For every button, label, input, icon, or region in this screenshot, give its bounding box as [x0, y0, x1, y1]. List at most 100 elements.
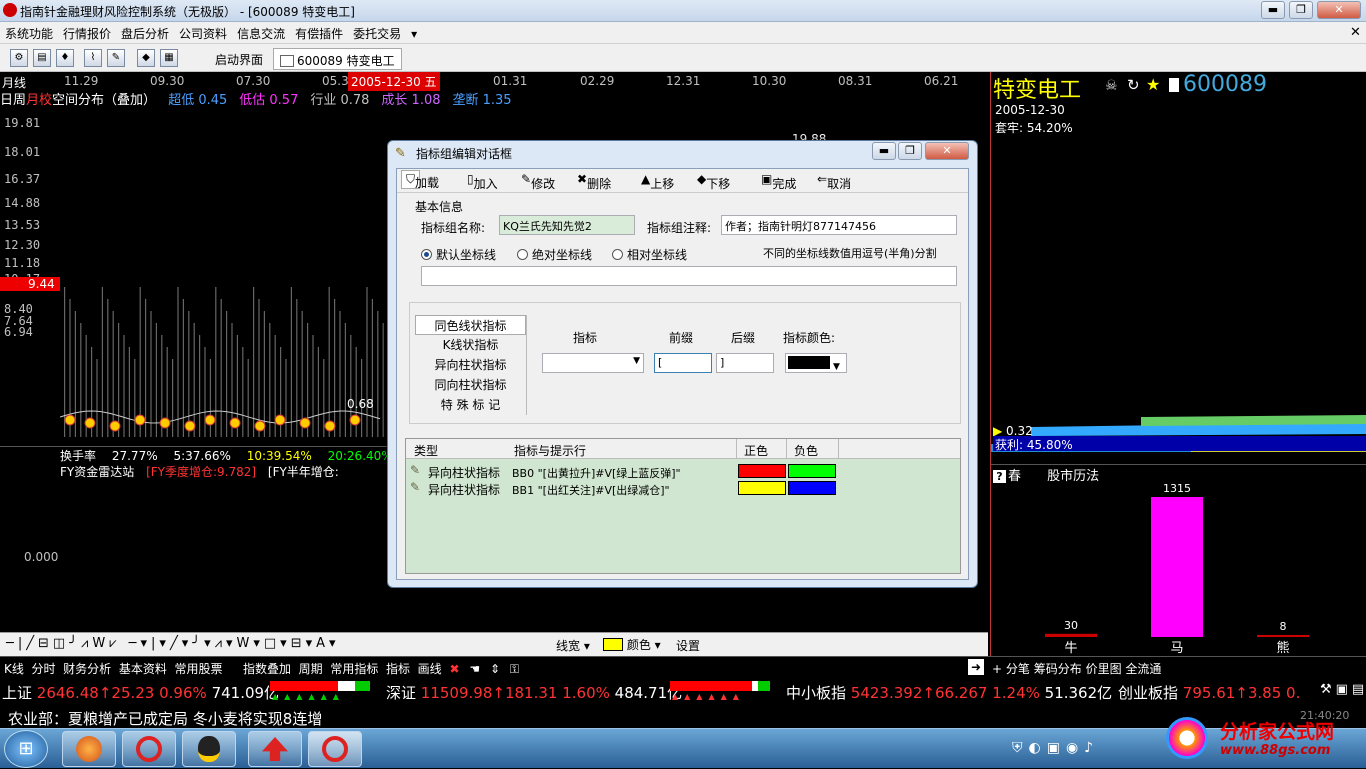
menu-company[interactable]: 公司资料 [174, 22, 232, 45]
dialog-close-button[interactable]: ✕ [925, 142, 969, 160]
type-item[interactable]: 特 殊 标 记 [415, 395, 526, 415]
tray-icons[interactable]: ⛨◐▣◉♪ [1012, 740, 1099, 756]
tool-icon[interactable]: ✎ [107, 49, 125, 67]
star-icon[interactable]: ★ [1146, 75, 1160, 94]
tab-day-week[interactable]: 日周 [0, 93, 26, 108]
indicator-group-dialog[interactable]: ✎ 指标组编辑对话框 ▬ ❐ ✕ ⛉ 加载 ▯ 加入 ✎ 修改 ✖ 删除 ▲ 上… [387, 140, 978, 588]
func-favorites[interactable]: 常用股票 [174, 662, 222, 676]
function-bar: K线 分时 财务分析 基本资料 常用股票 指数叠加 周期 常用指标 指标 画线 … [0, 656, 1366, 678]
menu-info[interactable]: 信息交流 [232, 22, 290, 45]
menu-plugins[interactable]: 有偿插件 [290, 22, 348, 45]
refresh-icon[interactable]: ↻ [1127, 76, 1140, 94]
prefix-field[interactable]: [ [654, 353, 712, 373]
updown-icon[interactable]: ⇕ [490, 662, 500, 676]
func-price-chart[interactable]: 价里图 [1086, 662, 1122, 676]
func-ticks[interactable]: 分笔 [1006, 662, 1030, 676]
delete-button[interactable]: ✖ 删除 [577, 172, 611, 191]
stock-app-taskbar-icon[interactable] [122, 731, 176, 767]
row-pos-color[interactable] [738, 481, 786, 495]
func-profile[interactable]: 基本资料 [119, 662, 167, 676]
indicator-select[interactable]: ▼ [542, 353, 644, 373]
radio-default[interactable]: 默认坐标线 [421, 246, 496, 263]
draw-settings-button[interactable]: 设置 [676, 637, 700, 654]
signal-marker [299, 417, 311, 429]
type-item[interactable]: 异向柱状指标 [415, 355, 526, 375]
func-common-ind[interactable]: 常用指标 [330, 662, 378, 676]
func-period[interactable]: 周期 [299, 662, 323, 676]
table-row[interactable]: ✎ 异向柱状指标 BB1 "[出红关注]#V[出绿减仓]" [406, 480, 960, 497]
func-drawline[interactable]: 画线 [418, 662, 442, 676]
dialog-minimize-button[interactable]: ▬ [872, 142, 896, 160]
calc-icon[interactable]: ▦ [160, 49, 178, 67]
radio-absolute[interactable]: 绝对坐标线 [517, 246, 592, 263]
key-icon[interactable]: ♦ [56, 49, 74, 67]
type-item[interactable]: 同向柱状指标 [415, 375, 526, 395]
edit-button[interactable]: ✎ 修改 [521, 172, 555, 191]
func-overlay[interactable]: 指数叠加 [243, 662, 291, 676]
close-button[interactable]: ✕ [1317, 1, 1361, 19]
lock-icon[interactable]: ⚿ [510, 662, 519, 676]
close-doc-button[interactable]: ✕ [1350, 25, 1361, 40]
done-button[interactable]: ▣ 完成 [761, 172, 796, 191]
type-item[interactable]: 同色线状指标 [415, 315, 526, 335]
axis-values-field[interactable] [421, 266, 957, 286]
radio-relative[interactable]: 相对坐标线 [612, 246, 687, 263]
app-taskbar-icon[interactable] [248, 731, 302, 767]
move-up-button[interactable]: ▲ 上移 [641, 172, 674, 191]
graph-icon[interactable]: ⌇ [84, 49, 102, 67]
qq-taskbar-icon[interactable] [182, 731, 236, 767]
cancel-button[interactable]: ⇐ 取消 [817, 172, 851, 191]
line-width-button[interactable]: 线宽 ▾ [556, 637, 590, 654]
index-smb[interactable]: 中小板指 5423.392↑66.267 1.24% 51.362亿 [786, 682, 1112, 703]
dialog-maximize-button[interactable]: ❐ [898, 142, 922, 160]
doc-icon[interactable] [1169, 78, 1179, 92]
plus-icon[interactable]: + [992, 662, 1002, 676]
group-name-field[interactable]: KQ兰氏先知先觉2 [499, 215, 635, 235]
index-sh[interactable]: 上证 2646.48↑25.23 0.96% 741.09亿 [2, 682, 279, 703]
type-item[interactable]: K线状指标 [415, 335, 526, 355]
menu-trade[interactable]: 委托交易 [348, 22, 406, 45]
index-pct: 0.96% [159, 684, 207, 702]
color-picker[interactable]: ▼ [785, 353, 847, 373]
price-marker: 9.44 [0, 277, 60, 291]
arrow-right-icon[interactable]: ➜ [968, 659, 984, 675]
color-button[interactable]: 颜色 ▾ [603, 636, 661, 653]
func-chips[interactable]: 筹码分布 [1034, 662, 1082, 676]
move-down-button[interactable]: ◆ 下移 [697, 172, 730, 191]
index-gem[interactable]: 创业板指 795.61↑3.85 0. [1118, 682, 1300, 703]
hand-icon[interactable]: ☚ [469, 662, 480, 676]
func-intraday[interactable]: 分时 [32, 662, 56, 676]
func-finance[interactable]: 财务分析 [63, 662, 111, 676]
func-kline[interactable]: K线 [4, 662, 24, 676]
stock-app2-taskbar-icon[interactable] [308, 731, 362, 767]
row-neg-color[interactable] [788, 464, 836, 478]
menu-analysis[interactable]: 盘后分析 [116, 22, 174, 45]
row-pos-color[interactable] [738, 464, 786, 478]
menu-quotes[interactable]: 行情报价 [58, 22, 116, 45]
func-indicator[interactable]: 指标 [386, 662, 410, 676]
minimize-button[interactable]: ▬ [1261, 1, 1285, 19]
suffix-field[interactable]: ] [716, 353, 774, 373]
func-float[interactable]: 全流通 [1125, 662, 1161, 676]
load-button[interactable]: ⛉ 加载 [401, 170, 439, 190]
close-icon[interactable]: ✖ [449, 662, 459, 676]
add-button[interactable]: ▯ 加入 [467, 172, 498, 191]
table-row[interactable]: ✎ 异向柱状指标 BB0 "[出黄拉升]#V[绿上蓝反弹]" [406, 463, 960, 480]
tab-home[interactable]: 启动界面 [215, 51, 263, 68]
connect-icon[interactable]: ⚙ [10, 49, 28, 67]
group-note-field[interactable]: 作者；指南针明灯877147456 [721, 215, 957, 235]
skull-icon[interactable]: ☠ [1105, 78, 1118, 94]
tab-month[interactable]: 月校 [26, 93, 52, 108]
menu-system[interactable]: 系统功能 [0, 22, 58, 45]
maximize-button[interactable]: ❐ [1289, 1, 1313, 19]
tag-icon[interactable]: ◆ [137, 49, 155, 67]
draw-tools[interactable]: ─|╱⊟◫╯⩘W⩗ ─▾|▾╱▾╯▾⩘▾W▾□▾⊟▾A▾ [6, 636, 340, 651]
firefox-taskbar-icon[interactable] [62, 731, 116, 767]
chevron-down-icon[interactable]: ▾ [406, 24, 422, 44]
start-button[interactable]: ⊞ [4, 730, 48, 768]
tab-stock[interactable]: 600089 特变电工 [273, 48, 402, 70]
quote-icon[interactable]: ▤ [33, 49, 51, 67]
tray-tools[interactable]: ⚒▣▤ [1320, 682, 1366, 697]
row-neg-color[interactable] [788, 481, 836, 495]
index-sz[interactable]: 深证 11509.98↑181.31 1.60% 484.71亿 [386, 682, 682, 703]
